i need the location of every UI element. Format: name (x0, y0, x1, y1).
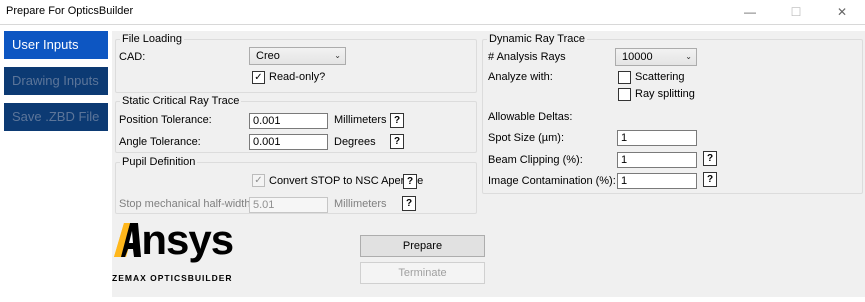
position-help-button[interactable]: ? (390, 113, 404, 128)
title-bar: Prepare For OpticsBuilder — ☐ ✕ (0, 0, 865, 24)
angle-tolerance-input[interactable]: 0.001 (249, 134, 328, 150)
allowable-deltas-label: Allowable Deltas: (488, 111, 573, 123)
stop-half-width-input[interactable]: 5.01 (249, 197, 328, 213)
window-body: User Inputs Drawing Inputs Save .ZBD Fil… (0, 24, 865, 302)
pupil-definition-title: Pupil Definition (120, 156, 198, 168)
sidebar: User Inputs Drawing Inputs Save .ZBD Fil… (4, 31, 108, 301)
beam-clipping-help-button[interactable]: ? (703, 151, 717, 166)
analysis-rays-dropdown[interactable]: 10000 ⌄ (615, 48, 697, 66)
spot-size-label: Spot Size (µm): (488, 132, 565, 144)
ansys-a-glyph (114, 223, 141, 257)
scattering-checkbox[interactable] (618, 71, 631, 84)
cad-dropdown[interactable]: Creo ⌄ (249, 47, 346, 65)
image-contamination-help-button[interactable]: ? (703, 172, 717, 187)
chevron-down-icon: ⌄ (685, 52, 692, 61)
sidebar-item-drawing-inputs[interactable]: Drawing Inputs (4, 67, 108, 95)
read-only-checkbox[interactable]: ✓ (252, 71, 265, 84)
position-tolerance-input[interactable]: 0.001 (249, 113, 328, 129)
minimize-button[interactable]: — (727, 0, 773, 24)
read-only-label: Read-only? (269, 71, 326, 83)
close-button[interactable]: ✕ (819, 0, 865, 24)
angle-tolerance-label: Angle Tolerance: (119, 136, 201, 148)
angle-unit-label: Degrees (334, 136, 376, 148)
scattering-label: Scattering (635, 71, 685, 83)
ray-splitting-checkbox[interactable] (618, 88, 631, 101)
ansys-wordmark-rest: nsys (141, 216, 234, 263)
analysis-rays-value: 10000 (622, 51, 653, 63)
checkmark-icon: ✓ (254, 175, 263, 186)
checkmark-icon: ✓ (254, 72, 263, 83)
beam-clipping-label: Beam Clipping (%): (488, 154, 583, 166)
prepare-button[interactable]: Prepare (360, 235, 485, 257)
ray-splitting-label: Ray splitting (635, 88, 695, 100)
analysis-rays-label: # Analysis Rays (488, 51, 566, 63)
cad-dropdown-value: Creo (256, 50, 280, 62)
convert-stop-label: Convert STOP to NSC Aperture (269, 175, 424, 187)
sidebar-item-save-zbd-file[interactable]: Save .ZBD File (4, 103, 108, 131)
spot-size-input[interactable]: 1 (617, 130, 697, 146)
convert-stop-help-button[interactable]: ? (403, 174, 417, 189)
ansys-logo: Ansys ZEMAX OPTICSBUILDER (112, 217, 252, 287)
dynamic-ray-trace-title: Dynamic Ray Trace (487, 33, 587, 45)
convert-stop-checkbox[interactable]: ✓ (252, 174, 265, 187)
sidebar-item-user-inputs[interactable]: User Inputs (4, 31, 108, 59)
cad-label: CAD: (119, 51, 146, 63)
stop-half-width-label: Stop mechanical half-width (119, 198, 251, 210)
logo-subtitle: ZEMAX OPTICSBUILDER (112, 273, 233, 283)
angle-help-button[interactable]: ? (390, 134, 404, 149)
image-contamination-label: Image Contamination (%): (488, 175, 616, 187)
terminate-button[interactable]: Terminate (360, 262, 485, 284)
window-title: Prepare For OpticsBuilder (6, 5, 134, 17)
static-ray-trace-title: Static Critical Ray Trace (120, 95, 242, 107)
beam-clipping-input[interactable]: 1 (617, 152, 697, 168)
stop-half-width-help-button[interactable]: ? (402, 196, 416, 211)
file-loading-title: File Loading (120, 33, 184, 45)
chevron-down-icon: ⌄ (334, 51, 341, 60)
analyze-with-label: Analyze with: (488, 71, 553, 83)
image-contamination-input[interactable]: 1 (617, 173, 697, 189)
position-unit-label: Millimeters (334, 114, 387, 126)
maximize-button[interactable]: ☐ (773, 0, 819, 24)
position-tolerance-label: Position Tolerance: (119, 114, 212, 126)
stop-half-width-unit: Millimeters (334, 198, 387, 210)
